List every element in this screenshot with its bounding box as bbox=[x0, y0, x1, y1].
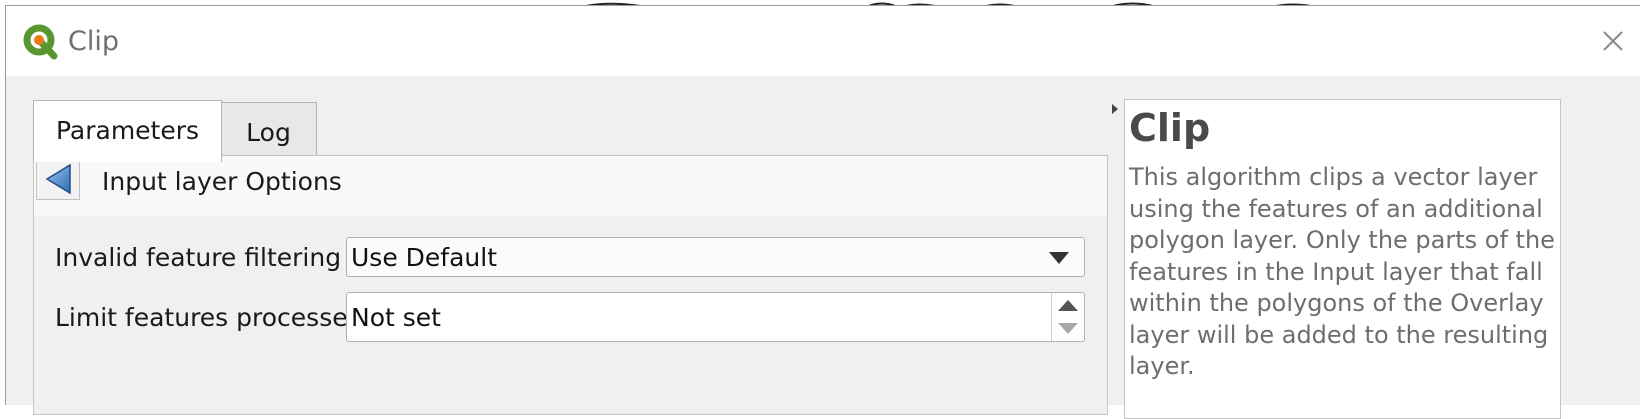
spinbox-buttons bbox=[1051, 293, 1084, 341]
back-button[interactable] bbox=[36, 158, 80, 200]
back-arrow-icon bbox=[45, 163, 71, 195]
options-header: Input layer Options bbox=[34, 156, 1107, 216]
help-title: Clip bbox=[1129, 106, 1211, 150]
splitter-handle-icon[interactable] bbox=[1111, 103, 1119, 115]
select-value: Use Default bbox=[351, 243, 497, 272]
tab-log[interactable]: Log bbox=[220, 102, 317, 160]
spinbox-value: Not set bbox=[351, 303, 441, 332]
invalid-feature-filtering-label: Invalid feature filtering bbox=[55, 243, 342, 272]
invalid-feature-filtering-select[interactable]: Use Default bbox=[346, 237, 1085, 277]
tab-parameters[interactable]: Parameters bbox=[33, 100, 222, 162]
limit-features-label: Limit features processed bbox=[55, 303, 364, 332]
options-title: Input layer Options bbox=[102, 167, 342, 196]
help-description: This algorithm clips a vector layer usin… bbox=[1129, 163, 1555, 380]
qgis-logo-icon bbox=[23, 24, 58, 60]
limit-features-spinbox[interactable]: Not set bbox=[346, 292, 1085, 342]
window-title: Clip bbox=[68, 26, 119, 57]
clip-dialog: Clip Log Parameters Input layer Options bbox=[5, 5, 1640, 419]
close-icon[interactable] bbox=[1596, 24, 1630, 58]
chevron-down-icon bbox=[1049, 252, 1069, 264]
arrow-down-icon[interactable] bbox=[1052, 317, 1084, 341]
help-panel: Clip This algorithm clips a vector layer… bbox=[1124, 99, 1561, 419]
arrow-up-icon[interactable] bbox=[1052, 293, 1084, 317]
parameters-panel: Input layer Options Invalid feature filt… bbox=[33, 155, 1108, 415]
title-bar: Clip bbox=[6, 6, 1640, 76]
